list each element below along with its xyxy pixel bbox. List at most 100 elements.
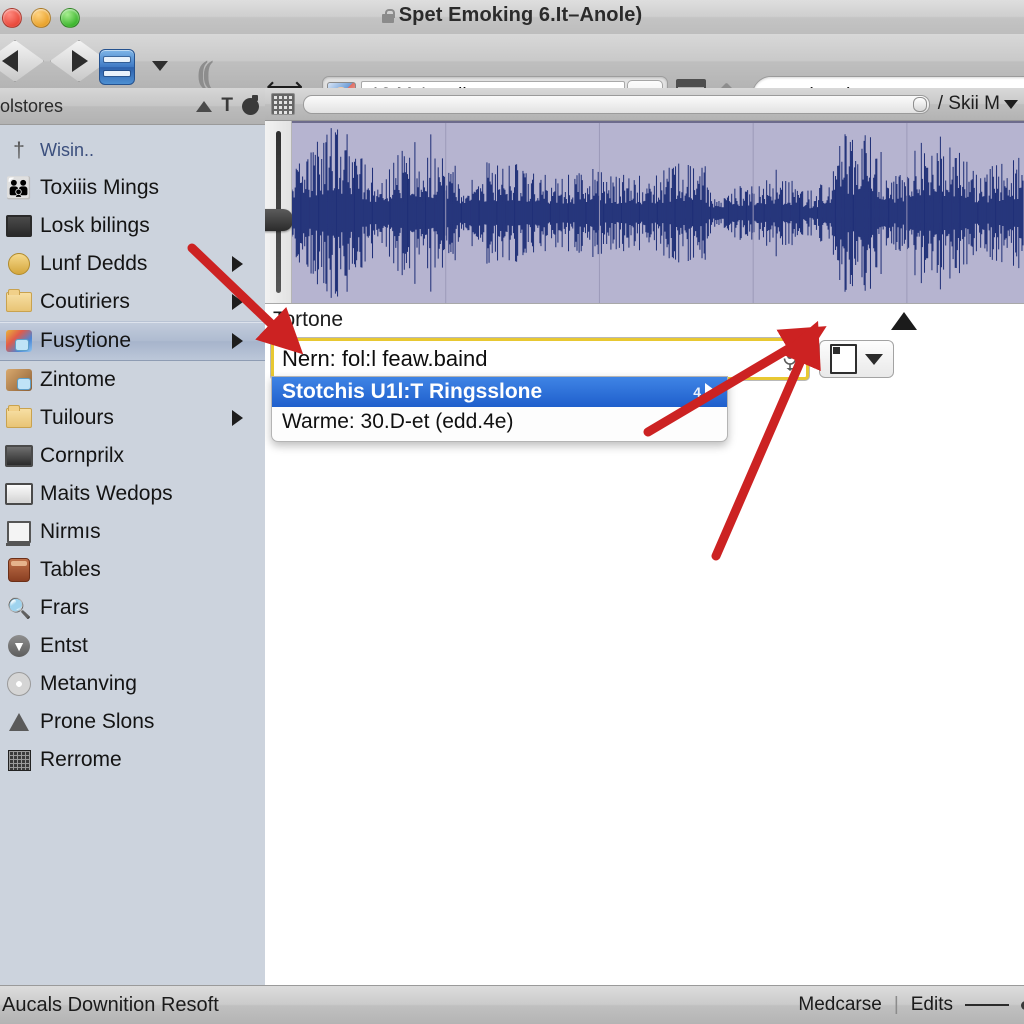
suggestion-item[interactable]: Stotchis U1l:T Ringsslone 4 <box>272 377 727 407</box>
status-separator: | <box>893 994 899 1015</box>
monitor-icon <box>4 518 34 546</box>
sidebar-list: † Wisin.. 👪 Toxiiis Mings Losk bilings Lunf D… <box>0 125 265 779</box>
waveform-graphic <box>292 123 1024 303</box>
ringtone-combo-field[interactable]: Nern: fol:l feaw.baind <box>271 338 809 380</box>
back-triangle-icon <box>2 50 18 72</box>
chevron-down-icon[interactable] <box>1004 99 1018 109</box>
status-left-text: Aucals Downition Resoft <box>2 993 219 1016</box>
microphone-icon[interactable] <box>782 347 798 371</box>
content-toolbar: / Skii M <box>265 88 1024 121</box>
sidebar-title: olstores <box>0 95 64 116</box>
sidebar-item-label: Losk bilings <box>40 214 150 237</box>
disc-icon <box>4 670 34 698</box>
barrel-icon <box>4 556 34 584</box>
sidebar-item-tables[interactable]: Tables <box>0 551 265 589</box>
grid-icon <box>4 746 34 774</box>
person-icon: 👪 <box>5 176 33 200</box>
application-window: Spet Emoking 6.It–Anole) (( ⟷ 13 My'er a… <box>0 0 1024 1024</box>
sidebar-item-label: Wisin.. <box>40 139 94 160</box>
tan-icon <box>4 366 34 394</box>
slider-label: / Skii M <box>937 93 1000 114</box>
position-slider[interactable] <box>303 94 930 114</box>
new-document-icon <box>830 344 857 374</box>
ringtone-area: Tortone Nern: fol:l feaw.baind Stotchis … <box>265 304 1024 944</box>
chevron-down-icon[interactable] <box>152 61 168 71</box>
suggestion-label: Warme: 30.D-et (edd.4e) <box>282 410 514 433</box>
suggestion-badge: 4 <box>693 384 701 400</box>
status-medcarse[interactable]: Medcarse <box>798 994 881 1016</box>
sidebar-item-entst[interactable]: ▼ Entst <box>0 627 265 665</box>
grid-view-icon[interactable] <box>271 93 295 115</box>
status-dash-icon <box>965 1004 1009 1006</box>
ringtone-input[interactable]: Nern: fol:l feaw.baind <box>282 346 782 372</box>
sidebar-item-label: Tuilours <box>40 406 114 429</box>
suggestion-label: Stotchis U1l:T Ringsslone <box>282 380 543 403</box>
folder-icon <box>4 288 34 316</box>
sidebar-item-zintome[interactable]: Zintome <box>0 361 265 399</box>
back-button[interactable] <box>0 40 44 82</box>
main-toolbar: (( ⟷ 13 My'er all pager ↟ Sleacin <box>0 34 1024 116</box>
sidebar-item-label: Metanving <box>40 672 137 695</box>
triangle-up-icon[interactable] <box>196 100 213 112</box>
sidebar-item-metanving[interactable]: Metanving <box>0 665 265 703</box>
sidebar-item-label: Prone Slons <box>40 710 155 733</box>
sidebar-item-tuilours[interactable]: Tuilours <box>0 399 265 437</box>
sidebar-item-lunf-dedds[interactable]: Lunf Dedds <box>0 245 265 283</box>
window-title: Spet Emoking 6.It–Anole) <box>0 4 1024 27</box>
vertical-zoom-slider[interactable] <box>265 121 293 303</box>
chevron-right-icon[interactable] <box>232 333 243 349</box>
waveform-display[interactable] <box>292 121 1024 303</box>
sidebar-item-frars[interactable]: 🔍 Frars <box>0 589 265 627</box>
magnifier-icon: 🔍 <box>6 597 32 620</box>
dark-screen-icon <box>4 442 34 470</box>
zoom-slider-thumb[interactable] <box>265 209 293 231</box>
status-right-group: Medcarse | Edits <box>798 994 1024 1016</box>
sidebar-header: olstores T <box>0 88 265 125</box>
chevron-right-icon[interactable] <box>232 410 243 426</box>
sidebar-item-losk-bilings[interactable]: Losk bilings <box>0 207 265 245</box>
sidebar-item-nirm-s[interactable]: Nirmıs <box>0 513 265 551</box>
sidebar-item-label: Maits Wedops <box>40 482 173 505</box>
gear-icon[interactable] <box>242 94 259 115</box>
play-triangle-icon[interactable] <box>705 383 717 401</box>
sidebar: olstores T † Wisin.. 👪 Toxiiis Mings Losk bi… <box>0 88 266 986</box>
sidebar-item-wisin[interactable]: † Wisin.. <box>0 131 265 169</box>
sidebar-item-label: Entst <box>40 634 88 657</box>
body-area: olstores T † Wisin.. 👪 Toxiiis Mings Losk bi… <box>0 88 1024 986</box>
sidebar-item-rerrome[interactable]: Rerrome <box>0 741 265 779</box>
book-line-top <box>104 57 130 62</box>
title-bar: Spet Emoking 6.It–Anole) <box>0 0 1024 35</box>
ringtone-controls-row: Nern: fol:l feaw.baind <box>271 338 894 380</box>
sidebar-item-cornprilx[interactable]: Cornprilx <box>0 437 265 475</box>
chevron-right-icon[interactable] <box>232 294 243 310</box>
forward-triangle-icon <box>72 50 88 72</box>
triangle-up-icon[interactable] <box>891 312 917 330</box>
sidebar-item-label: Zintome <box>40 368 116 391</box>
sidebar-item-prone-slons[interactable]: Prone Slons <box>0 703 265 741</box>
sidebar-item-fusytione[interactable]: Fusytione <box>0 321 265 361</box>
sidebar-header-icons: T <box>196 88 259 124</box>
sidebar-item-label: Rerrome <box>40 748 122 771</box>
text-T-icon[interactable]: T <box>221 95 233 117</box>
blue-book-icon[interactable] <box>99 49 135 85</box>
suggestion-item[interactable]: Warme: 30.D-et (edd.4e) <box>272 407 727 437</box>
sidebar-item-label: Fusytione <box>40 329 132 352</box>
new-ringtone-button[interactable] <box>819 340 894 378</box>
sidebar-item-maits-wedops[interactable]: Maits Wedops <box>0 475 265 513</box>
status-edits[interactable]: Edits <box>911 994 953 1016</box>
crosshair-icon: † <box>13 138 25 162</box>
lock-icon <box>381 9 395 23</box>
cone-icon <box>4 708 34 736</box>
slider-knob[interactable] <box>912 96 927 112</box>
sidebar-item-label: Tables <box>40 558 101 581</box>
sidebar-item-toxiiis-mings[interactable]: 👪 Toxiiis Mings <box>0 169 265 207</box>
sidebar-item-coutiriers[interactable]: Coutiriers <box>0 283 265 321</box>
ringtone-suggestions: Stotchis U1l:T Ringsslone 4 Warme: 30.D-et… <box>271 376 728 442</box>
chevron-right-icon[interactable] <box>232 256 243 272</box>
book-line-bottom <box>104 71 130 76</box>
waveform-row <box>265 121 1024 304</box>
sidebar-item-label: Lunf Dedds <box>40 252 148 275</box>
chevron-down-icon[interactable] <box>865 353 883 365</box>
window-title-text: Spet Emoking 6.It–Anole) <box>398 4 643 26</box>
light-screen-icon <box>4 480 34 508</box>
